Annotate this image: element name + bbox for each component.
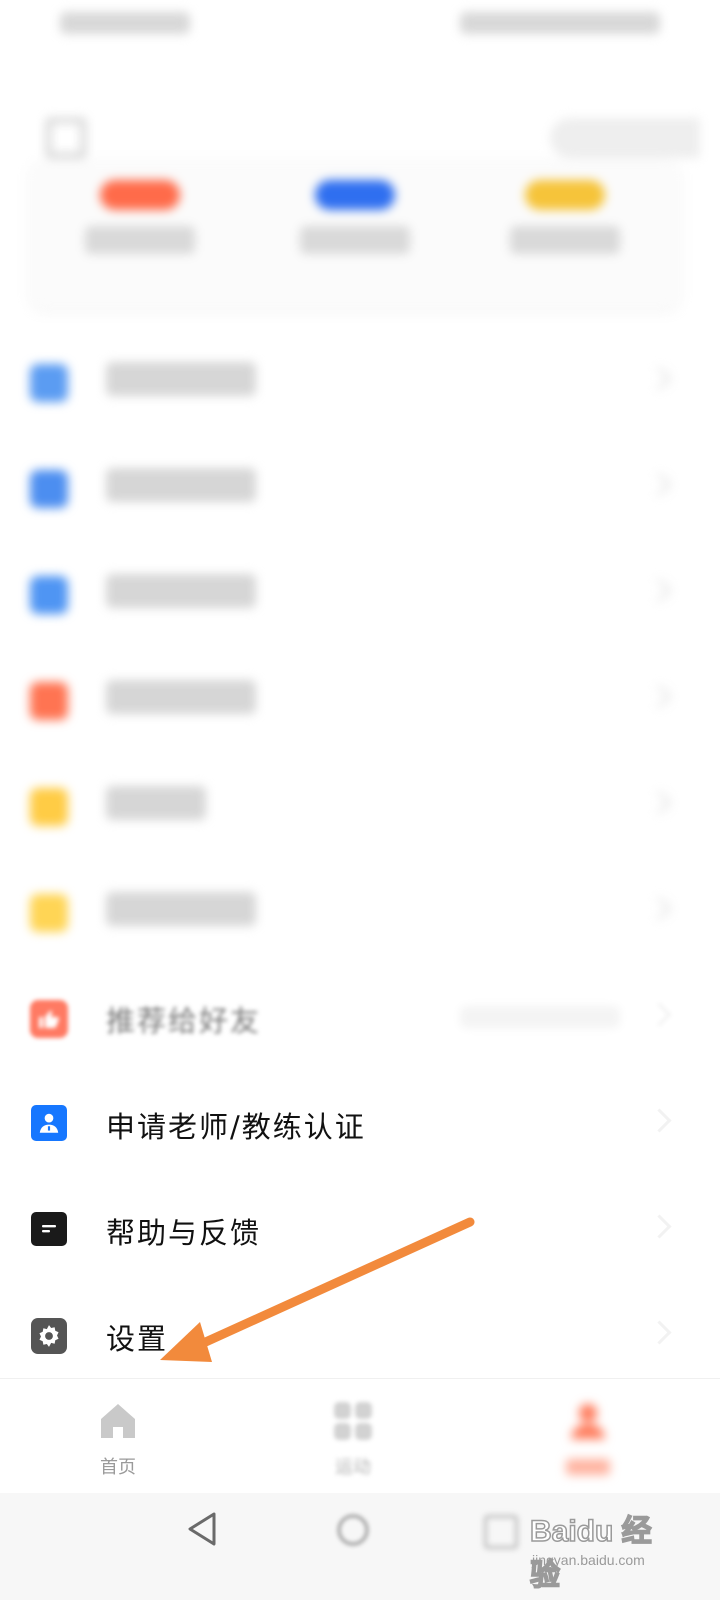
- tab-sport-label: 运动: [335, 1457, 371, 1478]
- tab-me-label: [566, 1459, 610, 1475]
- bottom-tab-bar: 首页 运动: [0, 1378, 720, 1494]
- home-icon: [101, 1404, 135, 1438]
- tab-me[interactable]: [508, 1379, 668, 1494]
- watermark-logo: Baidu 经验 jingyan.baidu.com: [529, 1500, 680, 1593]
- watermark-brand: Baidu 经验: [529, 1514, 652, 1593]
- tab-sport[interactable]: 运动: [273, 1379, 433, 1494]
- recents-square-icon[interactable]: [484, 1515, 518, 1549]
- grid-icon: [334, 1402, 372, 1440]
- back-triangle-icon[interactable]: [186, 1511, 218, 1547]
- watermark-url: jingyan.baidu.com: [532, 1552, 645, 1568]
- annotation-arrow-icon: [160, 1217, 475, 1362]
- home-circle-icon[interactable]: [336, 1513, 370, 1547]
- tab-home-label: 首页: [100, 1457, 136, 1478]
- person-icon: [571, 1404, 605, 1439]
- tab-home[interactable]: 首页: [38, 1379, 198, 1494]
